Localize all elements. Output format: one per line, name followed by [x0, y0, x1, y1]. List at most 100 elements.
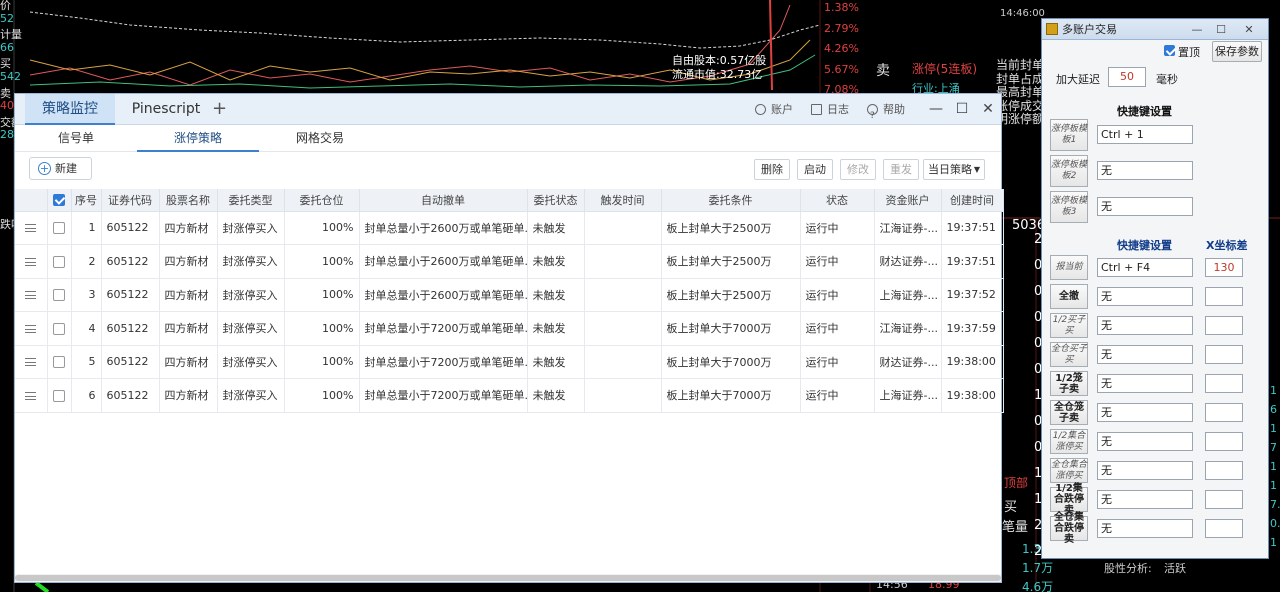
row-select[interactable]	[47, 244, 72, 279]
select-all-header[interactable]	[47, 189, 72, 212]
table-row[interactable]: 6 605122 四方新材 封涨停买入 100% 封单总量小于7200万或单笔砸单... 未…	[15, 378, 1004, 413]
x-offset-input[interactable]	[1205, 287, 1243, 306]
row-checkbox[interactable]	[53, 322, 65, 335]
close-button[interactable]: ✕	[975, 94, 1001, 125]
row-drag-handle[interactable]	[15, 345, 48, 379]
col-header-order-status[interactable]: 委托状态	[527, 189, 585, 212]
row-drag-handle[interactable]	[15, 378, 48, 413]
shortcut-action-button[interactable]: 全仓集合涨停买	[1050, 458, 1088, 483]
col-header-position[interactable]: 委托仓位	[284, 189, 360, 212]
subtab-signal-orders[interactable]: 信号单	[33, 125, 119, 152]
col-header-trigger-time[interactable]: 触发时间	[584, 189, 662, 212]
row-select[interactable]	[47, 311, 72, 346]
row-drag-handle[interactable]	[15, 244, 48, 279]
x-offset-input[interactable]	[1205, 316, 1243, 335]
shortcut-key-input[interactable]: 无	[1097, 519, 1193, 538]
col-header-condition[interactable]: 委托条件	[661, 189, 801, 212]
table-row[interactable]: 5 605122 四方新材 封涨停买入 100% 封单总量小于7200万或单笔砸单... 未…	[15, 345, 1004, 379]
new-strategy-button[interactable]: + 新建	[29, 157, 92, 180]
side-close-button[interactable]: ✕	[1238, 19, 1260, 40]
col-header-auto-cancel[interactable]: 自动撤单	[359, 189, 528, 212]
pin-top-checkbox[interactable]	[1164, 45, 1175, 56]
horizontal-scrollbar[interactable]	[15, 574, 1001, 582]
shortcut-key-input[interactable]: 无	[1097, 287, 1193, 306]
shortcut-action-button[interactable]: 全仓笼子卖	[1050, 400, 1088, 425]
x-offset-input[interactable]	[1205, 345, 1243, 364]
minimize-button[interactable]: —	[923, 94, 949, 125]
resend-button[interactable]: 重发	[883, 159, 919, 180]
row-select[interactable]	[47, 211, 72, 245]
row-select[interactable]	[47, 345, 72, 379]
x-offset-input[interactable]: 130	[1205, 258, 1243, 277]
subtab-limit-up-strategy[interactable]: 涨停策略	[137, 125, 259, 152]
x-offset-input[interactable]	[1205, 461, 1243, 480]
shortcut-action-button[interactable]: 1/2买子买	[1050, 313, 1088, 338]
col-header-status[interactable]: 状态	[800, 189, 875, 212]
template-2-button[interactable]: 涨停板模板2	[1050, 155, 1088, 187]
col-header-created[interactable]: 创建时间	[941, 189, 1004, 212]
drag-handle-icon[interactable]	[25, 358, 37, 367]
shortcut-key-input[interactable]: 无	[1097, 490, 1193, 509]
shortcut-key-input[interactable]: 无	[1097, 403, 1193, 422]
template-3-button[interactable]: 涨停板模板3	[1050, 191, 1088, 223]
drag-handle-icon[interactable]	[25, 391, 37, 400]
log-button[interactable]: 日志	[811, 94, 849, 125]
save-params-button[interactable]: 保存参数	[1212, 41, 1262, 62]
row-checkbox[interactable]	[53, 222, 65, 235]
col-header-no[interactable]: 序号	[71, 189, 102, 212]
account-button[interactable]: 账户	[755, 94, 793, 125]
shortcut-action-button[interactable]: 1/2笼子卖	[1050, 371, 1088, 396]
col-header-code[interactable]: 证券代码	[101, 189, 160, 212]
row-drag-handle[interactable]	[15, 211, 48, 245]
template-2-shortcut-input[interactable]: 无	[1097, 161, 1193, 180]
col-header-order-type[interactable]: 委托类型	[217, 189, 285, 212]
template-3-shortcut-input[interactable]: 无	[1097, 197, 1193, 216]
x-offset-input[interactable]	[1205, 403, 1243, 422]
select-all-checkbox[interactable]	[53, 194, 65, 207]
template-1-button[interactable]: 涨停板模板1	[1050, 119, 1088, 151]
table-row[interactable]: 2 605122 四方新材 封涨停买入 100% 封单总量小于2600万或单笔砸单... 未…	[15, 244, 1004, 279]
col-header-account[interactable]: 资金账户	[874, 189, 942, 212]
row-checkbox[interactable]	[53, 289, 65, 302]
col-header-name[interactable]: 股票名称	[159, 189, 218, 212]
shortcut-action-button[interactable]: 1/2集合涨停买	[1050, 429, 1088, 454]
shortcut-key-input[interactable]: Ctrl + F4	[1097, 258, 1193, 277]
shortcut-action-button[interactable]: 全仓集合跌停卖	[1050, 512, 1088, 545]
row-select[interactable]	[47, 278, 72, 312]
date-filter-select[interactable]: 当日策略 ▼	[923, 159, 985, 180]
delay-input[interactable]: 50	[1108, 67, 1146, 87]
delete-button[interactable]: 删除	[754, 159, 790, 180]
shortcut-key-input[interactable]: 无	[1097, 374, 1193, 393]
row-checkbox[interactable]	[53, 389, 65, 402]
subtab-grid-trading[interactable]: 网格交易	[277, 125, 363, 152]
row-select[interactable]	[47, 378, 72, 413]
shortcut-key-input[interactable]: 无	[1097, 432, 1193, 451]
drag-handle-icon[interactable]	[25, 324, 37, 333]
table-row[interactable]: 3 605122 四方新材 封涨停买入 100% 封单总量小于2600万或单笔砸单... 未…	[15, 278, 1004, 312]
row-drag-handle[interactable]	[15, 311, 48, 346]
shortcut-key-input[interactable]: 无	[1097, 461, 1193, 480]
side-minimize-button[interactable]: —	[1186, 19, 1208, 40]
shortcut-action-button[interactable]: 报当前	[1050, 255, 1088, 280]
maximize-button[interactable]: ☐	[949, 94, 975, 125]
tab-strategy-monitor[interactable]: 策略监控	[25, 94, 115, 125]
shortcut-action-button[interactable]: 全仓买子买	[1050, 342, 1088, 367]
row-checkbox[interactable]	[53, 255, 65, 268]
shortcut-action-button[interactable]: 1/2集合跌停卖	[1050, 483, 1088, 516]
row-checkbox[interactable]	[53, 356, 65, 369]
drag-handle-icon[interactable]	[25, 224, 37, 233]
table-row[interactable]: 4 605122 四方新材 封涨停买入 100% 封单总量小于7200万或单笔砸单... 未…	[15, 311, 1004, 346]
x-offset-input[interactable]	[1205, 432, 1243, 451]
x-offset-input[interactable]	[1205, 374, 1243, 393]
shortcut-key-input[interactable]: 无	[1097, 345, 1193, 364]
drag-handle-icon[interactable]	[25, 291, 37, 300]
drag-handle-icon[interactable]	[25, 257, 37, 266]
add-tab-button[interactable]: +	[212, 94, 227, 125]
shortcut-action-button[interactable]: 全撤	[1050, 284, 1088, 309]
x-offset-input[interactable]	[1205, 519, 1243, 538]
modify-button[interactable]: 修改	[840, 159, 876, 180]
tab-pinescript[interactable]: Pinescript	[121, 94, 211, 125]
table-row[interactable]: 1 605122 四方新材 封涨停买入 100% 封单总量小于2600万或单笔砸单... 未…	[15, 211, 1004, 245]
row-drag-handle[interactable]	[15, 278, 48, 312]
shortcut-key-input[interactable]: 无	[1097, 316, 1193, 335]
